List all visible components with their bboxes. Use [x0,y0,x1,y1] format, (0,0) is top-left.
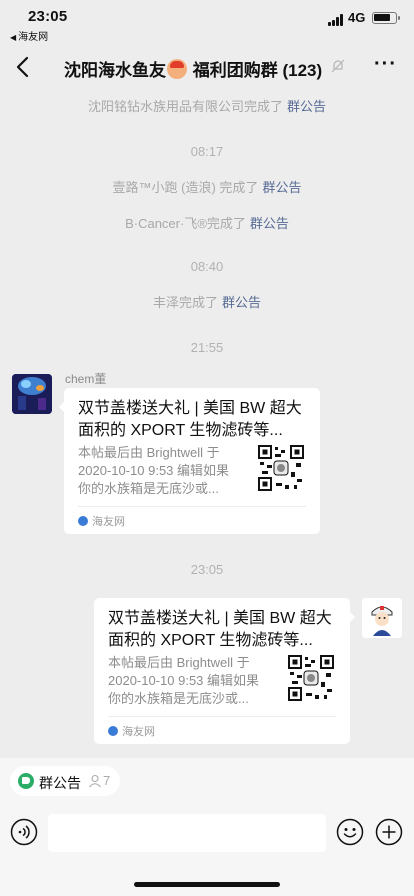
megaphone-icon [18,773,34,789]
voice-icon[interactable] [10,818,38,846]
card-title: 双节盖楼送大礼 | 美国 BW 超大面积的 XPORT 生物滤砖等... [108,610,332,649]
home-indicator [134,882,280,887]
qr-code-image [258,445,304,491]
back-to-app-link[interactable]: ◀ 海友网 [10,28,48,43]
card-description: 本帖最后由 Brightwell 于 2020-10-10 9:53 编辑如果你… [78,445,230,496]
notice-read-count: 7 [103,773,111,788]
quick-action-bar: 群公告 7 [0,758,414,804]
battery-icon [372,12,400,24]
system-message: B·Cancer·飞®完成了 群公告 [0,213,414,232]
timestamp: 08:40 [190,259,224,274]
sender-name: chem董 [65,372,107,386]
cartoon-avatar-image [362,598,402,638]
system-message: 壹路™小跑 (造浪) 完成了 群公告 [0,177,414,196]
timestamp: 21:55 [190,340,224,355]
system-message-text: 丰泽完成了 [152,295,218,310]
source-app-icon [78,516,88,526]
back-arrow-icon[interactable] [12,54,36,80]
status-time: 23:05 [28,8,68,25]
group-notice-link[interactable]: 群公告 [222,295,261,310]
system-message: 丰泽完成了 群公告 [0,292,414,311]
chat-title: 沈阳海水鱼友 福利团购群 (123) [64,56,322,81]
mute-bell-icon [331,59,345,73]
emoji-icon[interactable] [336,818,364,846]
coral-avatar-image [12,374,52,414]
back-app-label: 海友网 [18,32,49,43]
chat-header: 沈阳海水鱼友 福利团购群 (123) ··· [0,44,414,90]
network-type: 4G [348,10,366,25]
card-title: 双节盖楼送大礼 | 美国 BW 超大面积的 XPORT 生物滤砖等... [78,400,302,439]
group-notice-chip[interactable]: 群公告 7 [10,766,120,796]
chat-title-prefix: 沈阳海水鱼友 [64,61,166,80]
system-message: 沈阳铭钻水族用品有限公司完成了 群公告 [0,96,414,115]
group-notice-link[interactable]: 群公告 [262,180,301,195]
link-card[interactable]: 双节盖楼送大礼 | 美国 BW 超大面积的 XPORT 生物滤砖等... 本帖最… [94,598,355,744]
card-source: 海友网 [108,716,336,739]
card-source-name: 海友网 [122,726,155,738]
chat-title-suffix: 福利团购群 (123) [192,61,323,80]
group-notice-label: 群公告 [39,775,81,791]
system-message-text: 沈阳铭钻水族用品有限公司完成了 [87,99,283,114]
sender-avatar[interactable] [12,374,52,414]
system-message-text: 壹路™小跑 (造浪) 完成了 [112,180,259,195]
input-bar [0,804,414,896]
clown-emoji-icon [167,59,187,79]
group-notice-link[interactable]: 群公告 [287,99,326,114]
qr-code-image [288,655,334,701]
status-bar: 23:05 ◀ 海友网 4G [0,0,414,44]
system-message-text: B·Cancer·飞®完成了 [125,216,246,231]
plus-icon[interactable] [375,818,403,846]
person-icon [89,774,101,788]
card-source-name: 海友网 [92,516,125,528]
card-source: 海友网 [78,506,306,529]
card-description: 本帖最后由 Brightwell 于 2020-10-10 9:53 编辑如果你… [108,655,260,706]
more-dots-icon[interactable]: ··· [374,54,397,74]
link-card[interactable]: 双节盖楼送大礼 | 美国 BW 超大面积的 XPORT 生物滤砖等... 本帖最… [59,388,320,534]
group-notice-link[interactable]: 群公告 [250,216,289,231]
my-avatar[interactable] [362,598,402,638]
timestamp: 23:05 [190,562,224,577]
source-app-icon [108,726,118,736]
back-triangle-icon: ◀ [10,33,17,42]
timestamp: 08:17 [190,144,224,159]
signal-icon [328,14,344,26]
message-input[interactable] [48,814,326,852]
